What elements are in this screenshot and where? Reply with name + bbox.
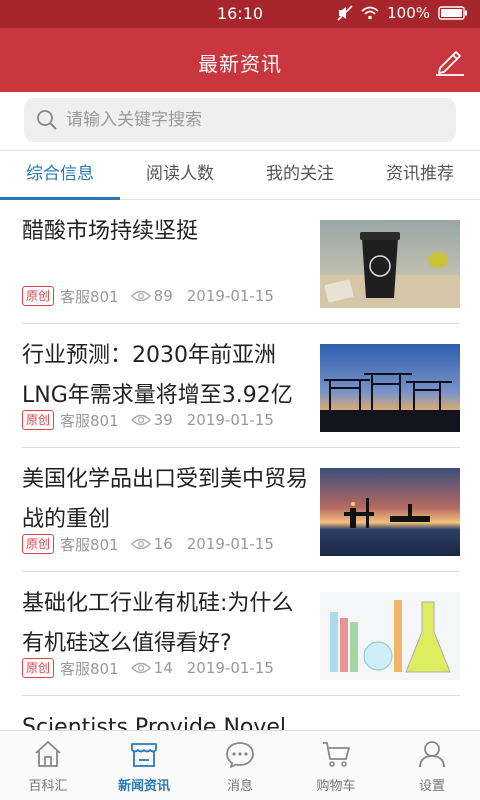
original-badge: 原创 (22, 286, 55, 306)
news-item[interactable]: 醋酸市场持续坚挺 原创 客服801 89 2019-01-15 (22, 200, 460, 324)
user-icon (419, 741, 445, 768)
view-count: 89 (153, 287, 173, 305)
molecule-photo[interactable] (320, 716, 460, 730)
news-meta: 原创 客服801 89 2019-01-15 (22, 286, 274, 306)
view-count: 39 (153, 411, 173, 429)
original-badge: 原创 (22, 410, 55, 430)
news-item[interactable]: Scientists Provide Novel (22, 696, 460, 730)
category-tabs: 综合信息 阅读人数 我的关注 资讯推荐 (0, 150, 480, 200)
pencil-icon (436, 51, 464, 76)
eye-icon (130, 662, 151, 674)
status-bar: 16:10 100% (0, 0, 480, 28)
nav-item-news[interactable]: 新闻资讯 (96, 731, 192, 800)
nav-label: 消息 (226, 779, 253, 794)
edit-button[interactable] (434, 46, 466, 76)
tab-comprehensive[interactable]: 综合信息 (0, 151, 120, 199)
news-date: 2019-01-15 (186, 287, 274, 305)
original-badge: 原创 (22, 658, 55, 678)
nav-item-messages[interactable]: 消息 (192, 731, 288, 800)
mute-icon (337, 5, 353, 21)
news-list: 醋酸市场持续坚挺 原创 客服801 89 2019-01-15 行业预测：203… (0, 200, 480, 730)
battery-percent: 100% (387, 4, 430, 22)
news-author: 客服801 (60, 659, 119, 678)
news-author: 客服801 (60, 411, 119, 430)
chat-icon (226, 742, 254, 768)
nav-item-encyclopedia[interactable]: 百科汇 (0, 731, 96, 800)
original-badge: 原创 (22, 534, 55, 554)
lab-glassware-photo[interactable] (320, 592, 460, 680)
wifi-icon (361, 6, 379, 20)
news-title[interactable]: 醋酸市场持续坚挺 (22, 212, 312, 252)
port-cranes-sunset-photo[interactable] (320, 344, 460, 432)
news-meta: 原创 客服801 39 2019-01-15 (22, 410, 274, 430)
news-title[interactable]: 基础化工行业有机硅:为什么有机硅这么值得看好? (22, 584, 312, 664)
tab-read-count[interactable]: 阅读人数 (120, 151, 240, 199)
bottom-nav: 百科汇 新闻资讯 消息 购物车 设置 (0, 730, 480, 800)
store-icon (131, 743, 157, 767)
news-item[interactable]: 美国化学品出口受到美中贸易战的重创 原创 客服801 16 2019-01-15 (22, 448, 460, 572)
news-item[interactable]: 基础化工行业有机硅:为什么有机硅这么值得看好? 原创 客服801 14 2019… (22, 572, 460, 696)
news-author: 客服801 (60, 535, 119, 554)
battery-icon (438, 6, 467, 20)
status-indicators: 100% (337, 4, 468, 22)
eye-icon (130, 538, 151, 550)
view-count: 14 (153, 659, 173, 677)
news-title[interactable]: Scientists Provide Novel (22, 708, 312, 730)
coffee-cup-photo[interactable] (320, 220, 460, 308)
news-title[interactable]: 美国化学品出口受到美中贸易战的重创 (22, 460, 312, 540)
tab-recommended[interactable]: 资讯推荐 (360, 151, 480, 199)
search-input[interactable] (66, 98, 446, 142)
news-meta: 原创 客服801 14 2019-01-15 (22, 658, 274, 678)
news-item[interactable]: 行业预测：2030年前亚洲LNG年需求量将增至3.92亿 原创 客服801 39… (22, 324, 460, 448)
nav-label: 新闻资讯 (117, 779, 170, 794)
view-count: 16 (153, 535, 173, 553)
nav-label: 设置 (418, 779, 445, 794)
news-author: 客服801 (60, 287, 119, 306)
tab-my-follows[interactable]: 我的关注 (240, 151, 360, 199)
eye-icon (130, 414, 151, 426)
cart-icon (323, 742, 350, 767)
page-title: 最新资讯 (198, 52, 282, 76)
eye-icon (130, 290, 151, 302)
news-title[interactable]: 行业预测：2030年前亚洲LNG年需求量将增至3.92亿 (22, 336, 312, 416)
oil-platform-sunset-photo[interactable] (320, 468, 460, 556)
search-bar (0, 92, 480, 150)
news-date: 2019-01-15 (186, 659, 274, 677)
search-icon (37, 110, 57, 130)
nav-label: 百科汇 (28, 779, 68, 794)
news-date: 2019-01-15 (186, 411, 274, 429)
house-icon (35, 741, 61, 767)
search-box[interactable] (24, 98, 456, 142)
app-header: 最新资讯 (0, 28, 480, 92)
nav-item-cart[interactable]: 购物车 (288, 731, 384, 800)
news-meta: 原创 客服801 16 2019-01-15 (22, 534, 274, 554)
nav-item-settings[interactable]: 设置 (384, 731, 480, 800)
news-date: 2019-01-15 (186, 535, 274, 553)
nav-label: 购物车 (316, 779, 356, 794)
